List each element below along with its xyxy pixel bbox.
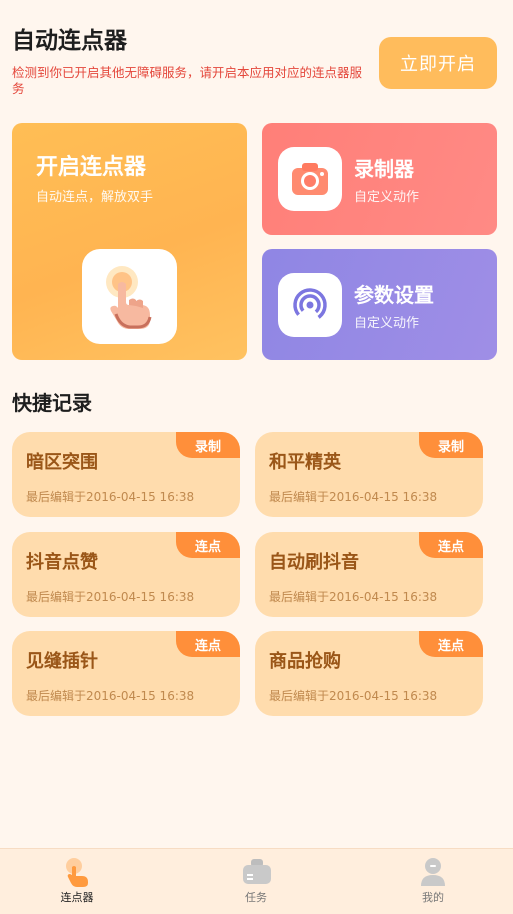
record-card[interactable]: 抖音点赞 最后编辑于2016-04-15 16:38 连点 [12,532,240,617]
briefcase-icon [242,857,271,887]
record-tag: 连点 [176,631,240,657]
bottom-tab-bar: 连点器 任务 我的 [0,848,513,914]
camera-icon [278,147,342,211]
record-time: 最后编辑于2016-04-15 16:38 [26,590,195,604]
signal-icon [278,273,342,337]
quick-records-title: 快捷记录 [12,391,92,415]
app-title: 自动连点器 [12,28,127,54]
tap-hand-icon [82,249,177,344]
tab-tasks[interactable]: 任务 [196,849,316,914]
record-name: 自动刷抖音 [269,552,359,573]
tab-label: 任务 [245,891,267,904]
settings-subtitle: 自定义动作 [354,316,420,331]
start-clicker-subtitle: 自动连点，解放双手 [36,190,154,205]
settings-card[interactable]: 参数设置 自定义动作 [262,249,497,360]
record-card[interactable]: 和平精英 最后编辑于2016-04-15 16:38 录制 [255,432,483,517]
record-tag: 连点 [419,532,483,558]
record-name: 见缝插针 [26,651,98,672]
record-tag: 录制 [419,432,483,458]
tab-label: 我的 [422,891,444,904]
settings-title: 参数设置 [354,283,434,307]
recorder-title: 录制器 [354,157,414,181]
tap-hand-icon [63,857,91,887]
recorder-card[interactable]: 录制器 自定义动作 [262,123,497,235]
record-card[interactable]: 暗区突围 最后编辑于2016-04-15 16:38 录制 [12,432,240,517]
record-name: 商品抢购 [269,651,341,672]
user-icon [419,857,447,887]
tab-label: 连点器 [60,891,94,904]
record-card[interactable]: 商品抢购 最后编辑于2016-04-15 16:38 连点 [255,631,483,716]
record-tag: 录制 [176,432,240,458]
start-now-button[interactable]: 立即开启 [379,37,497,89]
record-time: 最后编辑于2016-04-15 16:38 [26,490,195,504]
record-time: 最后编辑于2016-04-15 16:38 [269,590,438,604]
tab-clicker[interactable]: 连点器 [17,849,137,914]
record-time: 最后编辑于2016-04-15 16:38 [269,689,438,703]
start-clicker-title: 开启连点器 [36,155,147,180]
tab-mine[interactable]: 我的 [373,849,493,914]
header: 自动连点器 检测到你已开启其他无障碍服务，请开启本应用对应的连点器服务 [12,26,372,97]
record-tag: 连点 [419,631,483,657]
accessibility-warning: 检测到你已开启其他无障碍服务，请开启本应用对应的连点器服务 [12,65,363,96]
record-time: 最后编辑于2016-04-15 16:38 [26,689,195,703]
record-name: 抖音点赞 [26,552,98,573]
record-card[interactable]: 见缝插针 最后编辑于2016-04-15 16:38 连点 [12,631,240,716]
recorder-subtitle: 自定义动作 [354,190,420,205]
start-clicker-card[interactable]: 开启连点器 自动连点，解放双手 [12,123,247,360]
record-name: 暗区突围 [26,452,98,473]
record-card[interactable]: 自动刷抖音 最后编辑于2016-04-15 16:38 连点 [255,532,483,617]
record-time: 最后编辑于2016-04-15 16:38 [269,490,438,504]
record-name: 和平精英 [269,452,341,473]
record-tag: 连点 [176,532,240,558]
